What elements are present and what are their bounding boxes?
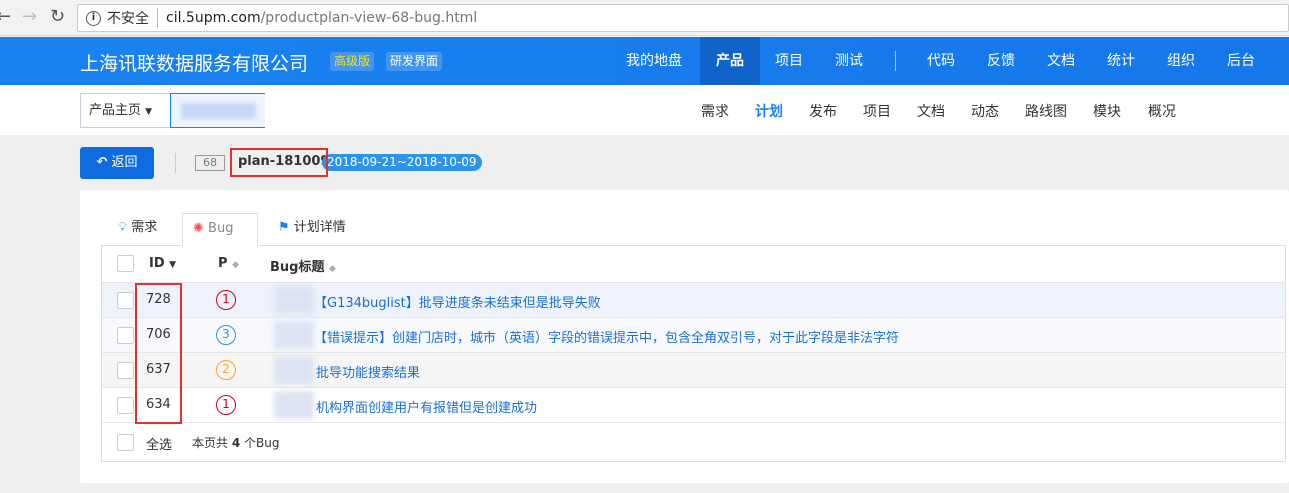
subnav-doc[interactable]: 文档 bbox=[917, 101, 945, 121]
url-path: /productplan-view-68-bug.html bbox=[260, 10, 478, 26]
blurred-prefix bbox=[274, 286, 314, 314]
bug-title[interactable]: 【G134buglist】批导进度条未结束但是批导失败 bbox=[314, 292, 601, 311]
plan-dates: 2018-09-21~2018-10-09 bbox=[322, 154, 482, 171]
sort-icon: ▼ bbox=[169, 260, 177, 270]
back-button[interactable]: ↶ 返回 bbox=[80, 147, 154, 179]
nav-my[interactable]: 我的地盘 bbox=[616, 37, 692, 85]
nav-stats[interactable]: 统计 bbox=[1091, 37, 1151, 85]
bug-icon: ✺ bbox=[193, 221, 204, 236]
edition-tag: 高级版 bbox=[330, 52, 375, 71]
annotation-box bbox=[135, 283, 182, 424]
sort-title[interactable]: Bug标题 ◆ bbox=[270, 256, 336, 275]
forward-arrow-icon[interactable]: → bbox=[22, 6, 37, 27]
sub-nav: 产品主页 ▼ 需求 计划 发布 项目 文档 动态 路线图 模块 概况 bbox=[0, 85, 1289, 135]
blurred-prefix bbox=[274, 321, 314, 349]
nav-code[interactable]: 代码 bbox=[911, 37, 971, 85]
tab-label: 需求 bbox=[131, 220, 158, 235]
product-home-dropdown[interactable]: 产品主页 ▼ bbox=[80, 93, 170, 128]
subnav-roadmap[interactable]: 路线图 bbox=[1025, 101, 1067, 121]
row-checkbox[interactable] bbox=[117, 362, 134, 379]
select-all-label[interactable]: 全选 bbox=[146, 434, 172, 453]
back-label: 返回 bbox=[111, 155, 138, 170]
nav-admin[interactable]: 后台 bbox=[1211, 37, 1271, 85]
page-summary: 本页共 4 个Bug bbox=[192, 436, 280, 450]
tab-story[interactable]: 💡︎ 需求 bbox=[108, 213, 167, 246]
table-row[interactable]: 706 3 【错误提示】创建门店时，城市（英语）字段的错误提示中，包含全角双引号… bbox=[102, 318, 1285, 353]
table-row[interactable]: 728 1 【G134buglist】批导进度条未结束但是批导失败 bbox=[102, 283, 1285, 318]
lightbulb-icon: 💡︎ bbox=[118, 220, 128, 235]
bug-title[interactable]: 批导功能搜索结果 bbox=[316, 362, 420, 381]
nav-feedback[interactable]: 反馈 bbox=[971, 37, 1031, 85]
nav-test[interactable]: 测试 bbox=[819, 37, 879, 85]
priority-badge: 1 bbox=[216, 395, 236, 415]
plan-id-badge: 68 bbox=[195, 155, 225, 171]
tab-plan-detail[interactable]: ⚑ 计划详情 bbox=[268, 213, 356, 246]
select-all-checkbox[interactable] bbox=[117, 434, 134, 451]
header-checkbox[interactable] bbox=[117, 255, 134, 272]
flag-icon: ⚑ bbox=[278, 220, 290, 235]
mode-tag[interactable]: 研发界面 bbox=[386, 52, 443, 71]
product-home-label: 产品主页 bbox=[89, 103, 142, 118]
subnav-dynamic[interactable]: 动态 bbox=[971, 101, 999, 121]
security-label: 不安全 bbox=[107, 8, 158, 28]
subnav-plan[interactable]: 计划 bbox=[755, 101, 783, 121]
bug-table: ID ▼ P ◆ Bug标题 ◆ 728 1 【G134buglist】批导进度… bbox=[101, 245, 1286, 462]
address-bar[interactable]: i 不安全 cil.5upm.com/productplan-view-68-b… bbox=[77, 4, 1289, 32]
priority-badge: 3 bbox=[216, 325, 236, 345]
blurred-prefix bbox=[274, 391, 314, 419]
back-arrow-icon[interactable]: ← bbox=[0, 6, 11, 27]
nav-divider bbox=[895, 51, 896, 71]
nav-doc[interactable]: 文档 bbox=[1031, 37, 1091, 85]
info-icon[interactable]: i bbox=[86, 10, 101, 26]
table-row[interactable]: 637 2 批导功能搜索结果 bbox=[102, 353, 1285, 388]
divider bbox=[175, 153, 176, 173]
caret-down-icon: ▼ bbox=[145, 107, 153, 117]
subnav-project[interactable]: 项目 bbox=[863, 101, 891, 121]
sort-id[interactable]: ID ▼ bbox=[149, 256, 176, 271]
reload-icon[interactable]: ↻ bbox=[50, 6, 65, 27]
table-header: ID ▼ P ◆ Bug标题 ◆ bbox=[102, 246, 1285, 283]
nav-org[interactable]: 组织 bbox=[1151, 37, 1211, 85]
company-name[interactable]: 上海讯联数据服务有限公司 bbox=[80, 49, 308, 76]
browser-toolbar: ← → ↻ i 不安全 cil.5upm.com/productplan-vie… bbox=[0, 0, 1289, 36]
priority-badge: 2 bbox=[216, 360, 236, 380]
subnav-story[interactable]: 需求 bbox=[701, 101, 729, 121]
sort-icon: ◆ bbox=[232, 260, 239, 270]
blurred-product-name bbox=[181, 103, 256, 119]
annotation-box bbox=[230, 148, 328, 177]
sort-icon: ◆ bbox=[329, 264, 336, 274]
url-host: cil.5upm.com bbox=[166, 10, 261, 26]
row-checkbox[interactable] bbox=[117, 397, 134, 414]
product-breadcrumb[interactable] bbox=[170, 93, 265, 128]
bug-title[interactable]: 机构界面创建用户有报错但是创建成功 bbox=[316, 397, 537, 416]
sort-priority[interactable]: P ◆ bbox=[218, 256, 239, 271]
tab-label: Bug bbox=[208, 221, 234, 236]
subnav-release[interactable]: 发布 bbox=[809, 101, 837, 121]
top-header: 上海讯联数据服务有限公司 高级版 研发界面 我的地盘 产品 项目 测试 代码 反… bbox=[0, 37, 1289, 85]
priority-badge: 1 bbox=[216, 290, 236, 310]
subnav-overview[interactable]: 概况 bbox=[1148, 101, 1176, 121]
tab-bug[interactable]: ✺ Bug bbox=[182, 213, 258, 246]
table-footer: 全选 本页共 4 个Bug bbox=[102, 423, 1285, 461]
table-row[interactable]: 634 1 机构界面创建用户有报错但是创建成功 bbox=[102, 388, 1285, 423]
nav-product[interactable]: 产品 bbox=[700, 37, 760, 85]
undo-icon: ↶ bbox=[96, 155, 108, 170]
bug-title[interactable]: 【错误提示】创建门店时，城市（英语）字段的错误提示中，包含全角双引号，对于此字段… bbox=[314, 327, 899, 346]
tab-label: 计划详情 bbox=[293, 220, 346, 235]
row-checkbox[interactable] bbox=[117, 292, 134, 309]
row-checkbox[interactable] bbox=[117, 327, 134, 344]
blurred-prefix bbox=[274, 356, 314, 384]
subnav-module[interactable]: 模块 bbox=[1093, 101, 1121, 121]
nav-project[interactable]: 项目 bbox=[759, 37, 819, 85]
